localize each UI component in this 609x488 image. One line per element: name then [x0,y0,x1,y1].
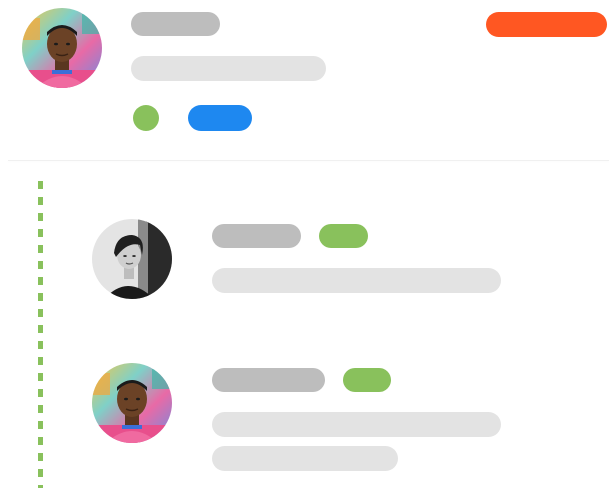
reply-text-placeholder [212,268,501,293]
reply-green-tag[interactable] [319,224,368,248]
post-blue-tag[interactable] [188,105,252,131]
reply-author-avatar[interactable] [92,219,172,299]
post-divider [8,160,609,161]
post-subtitle-placeholder [131,56,326,81]
man-portrait-icon [92,363,172,443]
reply-author-name-placeholder [212,224,301,248]
post-status-badge[interactable] [486,12,607,37]
reply-text-placeholder [212,412,501,437]
reply-text-placeholder-short [212,446,398,471]
reply-author-name-placeholder [212,368,325,392]
reply-author-avatar[interactable] [92,363,172,443]
comment-thread-skeleton [0,0,609,488]
thread-connector-line [38,181,43,488]
post-author-avatar[interactable] [22,8,102,88]
post-green-status-dot[interactable] [133,105,159,131]
reply-green-tag[interactable] [343,368,391,392]
woman-portrait-icon [92,219,172,299]
man-portrait-icon [22,8,102,88]
post-author-name-placeholder [131,12,220,36]
